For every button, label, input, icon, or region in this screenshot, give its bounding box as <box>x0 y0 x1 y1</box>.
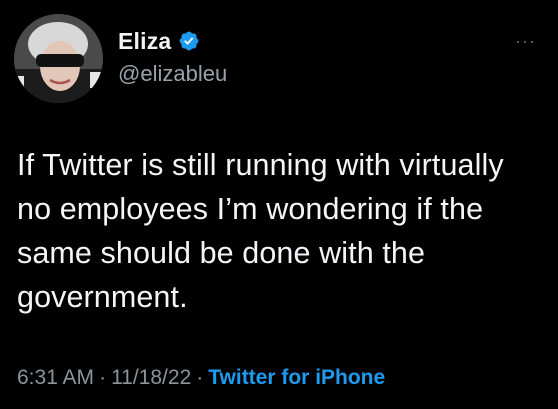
author-handle[interactable]: @elizableu <box>118 61 227 87</box>
avatar-image <box>14 14 103 103</box>
tweet-card: Eliza @elizableu ··· If Twitter is still… <box>0 0 558 409</box>
verified-badge-icon <box>180 31 199 51</box>
tweet-source-link[interactable]: Twitter for iPhone <box>208 366 385 389</box>
tweet-date[interactable]: 11/18/22 <box>111 366 191 389</box>
tweet-metadata: 6:31 AM · 11/18/22 · Twitter for iPhone <box>17 366 385 390</box>
tweet-time[interactable]: 6:31 AM <box>17 366 94 389</box>
separator: · <box>196 366 204 389</box>
more-dots-icon[interactable]: ··· <box>515 32 536 50</box>
display-name[interactable]: Eliza <box>118 28 171 55</box>
separator: · <box>99 366 107 389</box>
avatar[interactable] <box>14 14 103 103</box>
tweet-text: If Twitter is still running with virtual… <box>17 148 504 314</box>
author-name-row[interactable]: Eliza <box>118 26 200 56</box>
